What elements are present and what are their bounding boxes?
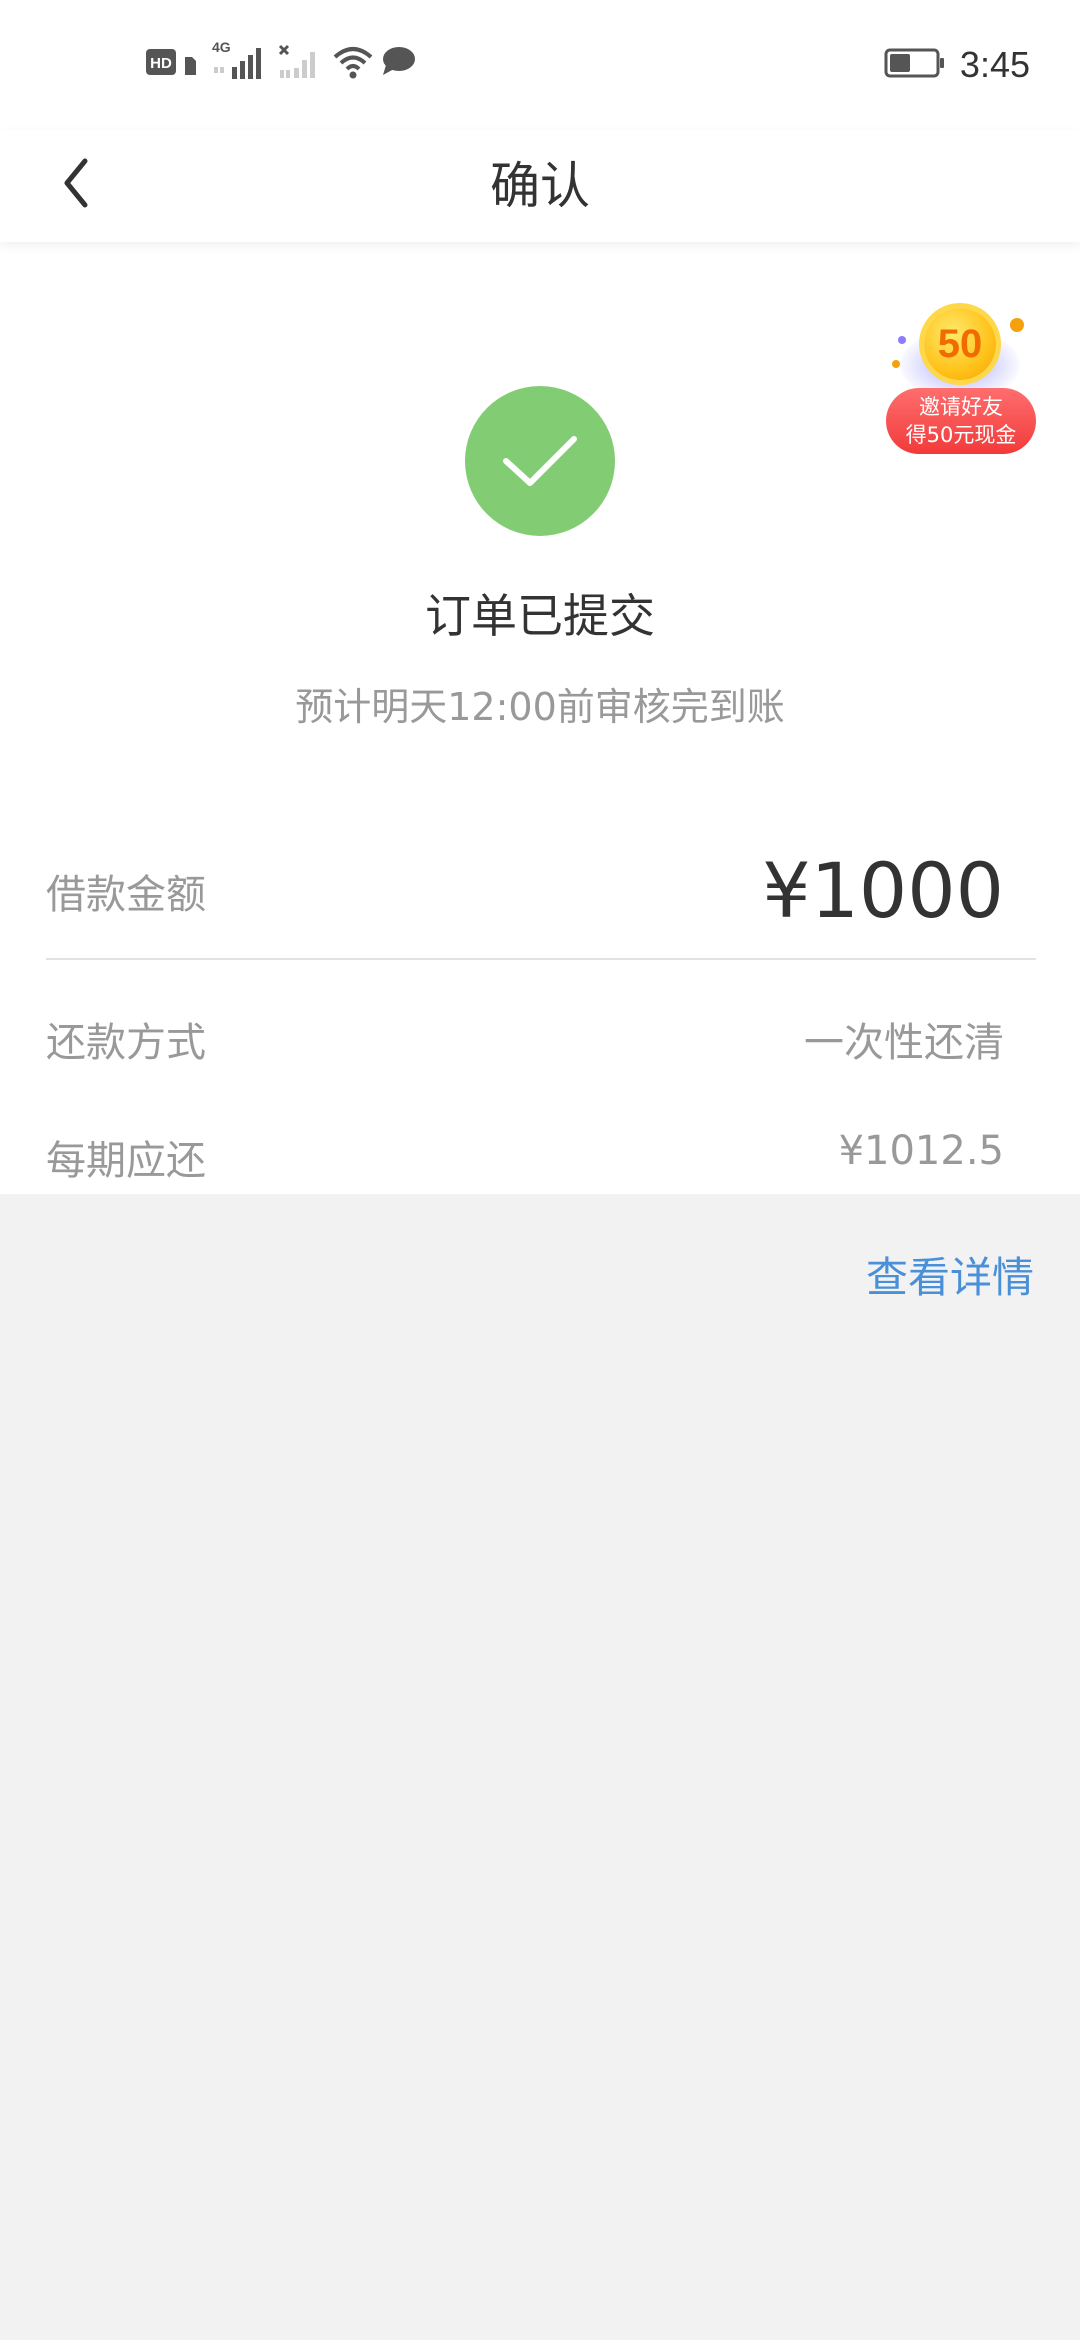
coin-value: 50: [937, 321, 983, 366]
per-period-value: ¥1012.5: [838, 1128, 1004, 1174]
status-bar: HD 4G 3:45: [0, 0, 1080, 130]
invite-pill: 邀请好友 得50元现金: [886, 388, 1036, 454]
sim-icon: [182, 47, 198, 81]
battery-icon: [884, 47, 946, 83]
divider: [46, 958, 1036, 960]
loan-amount-label: 借款金额: [46, 872, 206, 918]
coin-icon: 50: [924, 308, 996, 380]
invite-line1: 邀请好友: [919, 395, 1003, 419]
network-type-label: 4G: [212, 39, 231, 55]
repay-method-label: 还款方式: [46, 1020, 206, 1066]
status-time: 3:45: [959, 44, 1030, 85]
svg-text:HD: HD: [150, 55, 172, 72]
badge-dot-decoration: [892, 360, 900, 368]
signal-4g-icon: 4G: [212, 39, 270, 83]
order-submitted-title: 订单已提交: [425, 589, 655, 643]
view-details-link[interactable]: 查看详情: [866, 1244, 1034, 1305]
success-check-icon: [465, 386, 615, 536]
status-icons-right: 3:45: [884, 40, 1030, 90]
repay-method-value: 一次性还清: [804, 1020, 1004, 1066]
review-eta-text: 预计明天12:00前审核完到账: [295, 685, 785, 729]
signal-no-sim-icon: [278, 44, 320, 84]
loan-amount-value: ¥1000: [762, 846, 1004, 935]
page-title: 确认: [490, 157, 590, 215]
per-period-label: 每期应还: [46, 1138, 206, 1184]
invite-line2: 得50元现金: [905, 423, 1017, 447]
status-icons-left: HD 4G: [146, 39, 416, 84]
badge-dot-decoration: [898, 336, 906, 344]
nav-bar: 确认: [0, 130, 1080, 242]
badge-dot-decoration: [1010, 318, 1024, 332]
hd-icon: HD: [146, 47, 180, 81]
wifi-icon: [332, 45, 374, 83]
invite-friends-badge[interactable]: 50 邀请好友 得50元现金: [880, 300, 1040, 460]
chat-bubble-icon: [380, 45, 416, 83]
